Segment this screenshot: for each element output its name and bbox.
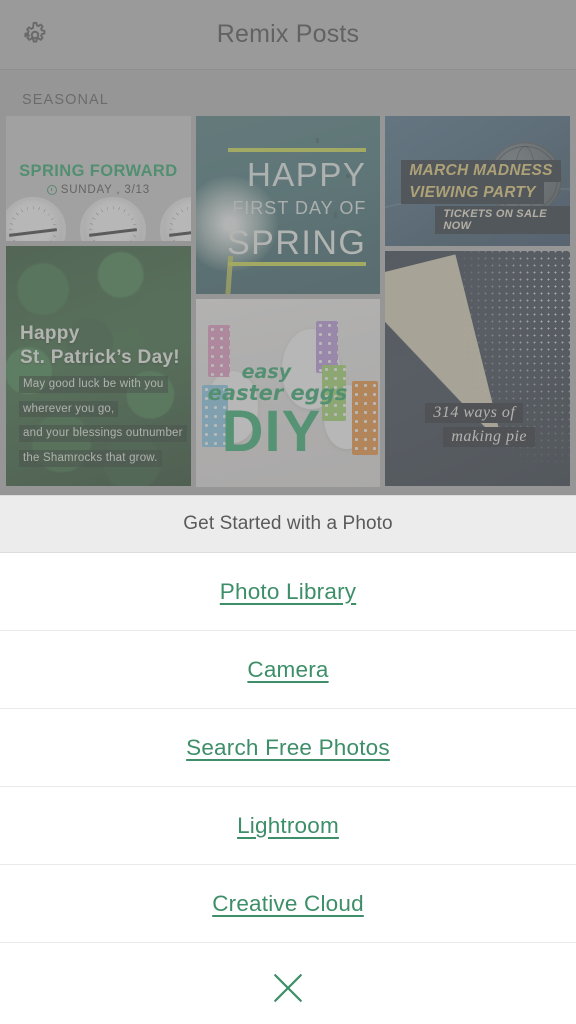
templates-grid: SPRING FORWARD SUNDAY , 3/13 Happy St. P…	[0, 116, 576, 496]
close-icon	[274, 974, 302, 1002]
grid-column-2: HAPPY FIRST DAY OF SPRING easy easter eg…	[195, 116, 381, 487]
card-line-3: TICKETS ON SALE NOW	[435, 206, 571, 234]
template-card-march-madness[interactable]: MARCH MADNESS VIEWING PARTY TICKETS ON S…	[385, 116, 571, 246]
card-line-1: easy	[241, 361, 292, 383]
clock-icon	[46, 185, 57, 195]
card-line-3: SPRING	[226, 224, 367, 262]
template-card-spring-forward[interactable]: SPRING FORWARD SUNDAY , 3/13	[6, 116, 191, 241]
card-subtitle: SUNDAY , 3/13	[60, 184, 150, 196]
background-app-layer: Remix Posts SEASONAL SPRING FORWARD SUND…	[0, 0, 576, 500]
clock-faces	[6, 197, 191, 241]
section-label: SEASONAL	[0, 70, 576, 116]
sheet-title: Get Started with a Photo	[0, 496, 576, 553]
sheet-item-label: Photo Library	[219, 578, 357, 604]
template-card-easter-eggs-diy[interactable]: easy easter eggs DIY	[195, 299, 381, 487]
card-title: SPRING FORWARD	[19, 162, 178, 180]
template-card-first-day-of-spring[interactable]: HAPPY FIRST DAY OF SPRING	[195, 116, 381, 294]
card-subtitle-row: SUNDAY , 3/13	[6, 184, 191, 196]
card-heading-line-2: St. Patrick’s Day!	[20, 346, 180, 368]
grid-column-1: SPRING FORWARD SUNDAY , 3/13 Happy St. P…	[6, 116, 191, 487]
page-title: Remix Posts	[216, 20, 360, 48]
sheet-item-label: Creative Cloud	[212, 890, 364, 916]
remix-posts-screen: Remix Posts SEASONAL SPRING FORWARD SUND…	[0, 0, 576, 1024]
get-started-sheet: Get Started with a Photo Photo Library C…	[0, 495, 576, 1024]
sheet-item-search-free-photos[interactable]: Search Free Photos	[0, 709, 576, 787]
card-line-1: 314 ways of	[425, 403, 524, 423]
template-card-st-patricks-day[interactable]: Happy St. Patrick’s Day! May good luck b…	[6, 246, 191, 486]
card-body-line: wherever you go,	[19, 400, 119, 418]
sheet-item-label: Search Free Photos	[186, 734, 390, 760]
app-header: Remix Posts	[0, 0, 576, 70]
card-body-line: May good luck be with you	[19, 376, 168, 393]
card-line-3: DIY	[221, 399, 322, 464]
card-rule-top	[227, 148, 367, 152]
card-line-2: making pie	[443, 427, 535, 447]
settings-button[interactable]	[14, 14, 56, 56]
card-body: May good luck be with you wherever you g…	[19, 376, 187, 475]
card-heading: Happy St. Patrick’s Day!	[20, 322, 180, 370]
sheet-item-lightroom[interactable]: Lightroom	[0, 787, 576, 865]
gear-icon	[24, 21, 46, 43]
sheet-item-label: Camera	[247, 656, 329, 682]
template-card-making-pie[interactable]: 314 ways of making pie	[385, 251, 571, 486]
card-body-line: the Shamrocks that grow.	[19, 449, 162, 467]
card-line-2: VIEWING PARTY	[401, 182, 544, 204]
washi-tape	[207, 325, 230, 377]
close-sheet-button[interactable]	[0, 943, 576, 1024]
washi-tape	[351, 381, 378, 455]
sheet-item-camera[interactable]: Camera	[0, 631, 576, 709]
clock-face-icon	[80, 197, 146, 241]
card-heading-line-1: Happy	[20, 323, 80, 344]
sheet-item-creative-cloud[interactable]: Creative Cloud	[0, 865, 576, 943]
card-line-1: HAPPY	[246, 156, 367, 193]
card-line-1: MARCH MADNESS	[401, 160, 561, 182]
card-line-2: FIRST DAY OF	[232, 198, 367, 218]
powdered-sugar-graphic	[440, 251, 571, 486]
clock-face-icon	[160, 197, 191, 241]
sheet-item-label: Lightroom	[237, 812, 339, 838]
clock-face-icon	[6, 197, 66, 241]
card-body-line: and your blessings outnumber	[19, 425, 187, 442]
grid-column-3: MARCH MADNESS VIEWING PARTY TICKETS ON S…	[385, 116, 571, 487]
sheet-item-photo-library[interactable]: Photo Library	[0, 553, 576, 631]
